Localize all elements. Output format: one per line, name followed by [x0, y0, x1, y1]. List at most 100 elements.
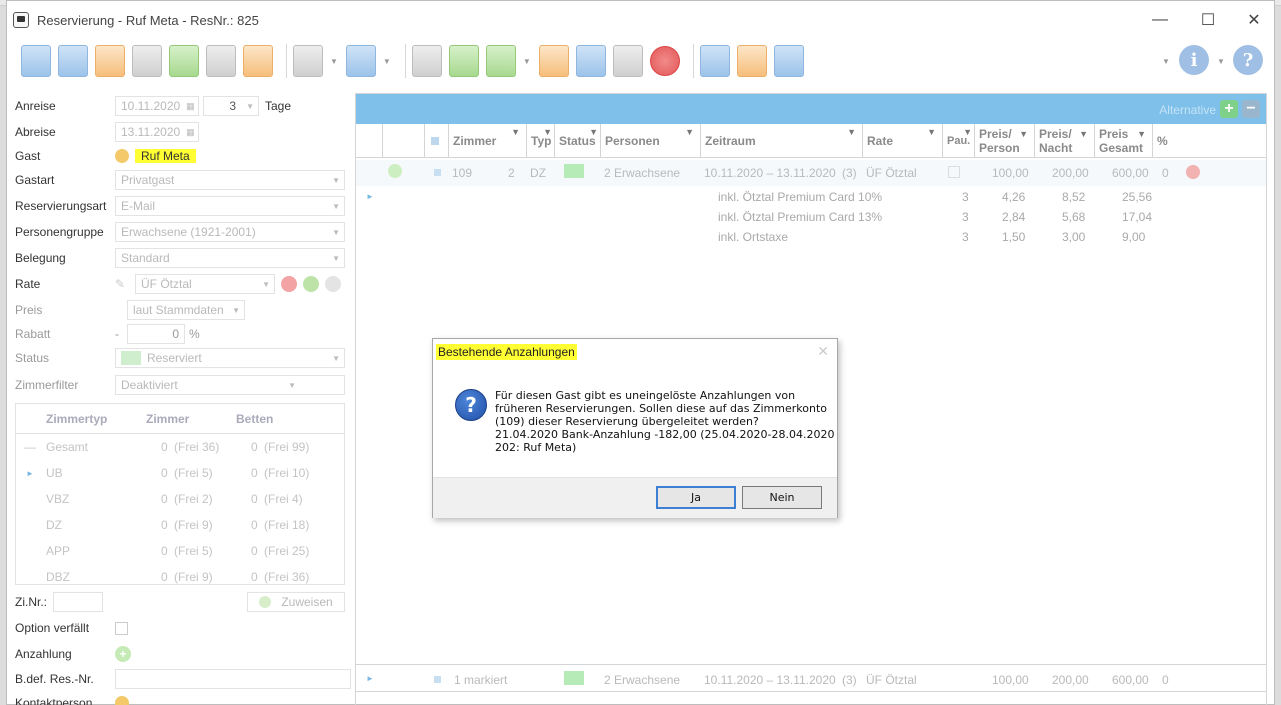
- gastart-select[interactable]: Privatgast ▼: [115, 170, 345, 190]
- gast-label: Gast: [15, 149, 41, 163]
- preis-select[interactable]: laut Stammdaten ▼: [127, 300, 245, 320]
- chevron-down-icon: ▼: [332, 176, 340, 185]
- add-anzahlung-icon[interactable]: +: [115, 646, 131, 662]
- col-preis-person[interactable]: Preis/Person ▼: [974, 124, 1034, 158]
- abreise-date-field[interactable]: 13.11.2020 ▦: [115, 122, 199, 142]
- basket-icon[interactable]: [612, 45, 643, 77]
- table-row[interactable]: DBZ 0 (Frei 9) 0 (Frei 36): [16, 564, 344, 584]
- add-document-icon[interactable]: [575, 45, 606, 77]
- existing-deposits-dialog: Bestehende Anzahlungen ✕ ? Für diesen Ga…: [432, 338, 838, 518]
- resart-select[interactable]: E-Mail ▼: [115, 196, 345, 216]
- room-assign-icon[interactable]: [448, 45, 479, 77]
- checklist-icon[interactable]: [206, 45, 236, 77]
- gear-icon[interactable]: [293, 45, 323, 77]
- delete-icon[interactable]: [649, 46, 680, 76]
- table-row[interactable]: DZ 0 (Frei 9) 0 (Frei 18): [16, 512, 344, 538]
- add-guest-icon[interactable]: [485, 45, 516, 77]
- close-icon[interactable]: ✕: [817, 343, 829, 360]
- zinr-input[interactable]: [53, 592, 103, 612]
- col-zimmer[interactable]: Zimmer ▼: [448, 124, 526, 158]
- option-label: Option verfällt: [15, 621, 90, 635]
- col-typ[interactable]: Typ ▼: [526, 124, 554, 158]
- columns-icon[interactable]: [345, 45, 376, 77]
- table-row[interactable]: APP 0 (Frei 5) 0 (Frei 25): [16, 538, 344, 564]
- rooms-icon[interactable]: [95, 45, 125, 77]
- status-select[interactable]: Reserviert ▼: [115, 348, 345, 368]
- table-row[interactable]: ► UB 0 (Frei 5) 0 (Frei 10): [16, 460, 344, 486]
- table-row[interactable]: VBZ 0 (Frei 2) 0 (Frei 4): [16, 486, 344, 512]
- bed-icon[interactable]: [411, 45, 442, 77]
- edit-icon[interactable]: [243, 45, 273, 77]
- minimize-button[interactable]: —: [1137, 5, 1183, 35]
- dialog-message: Für diesen Gast gibt es uneingelöste Anz…: [495, 389, 835, 454]
- status-color-swatch: [121, 351, 141, 365]
- preis-label: Preis: [15, 303, 43, 317]
- table-row[interactable]: 109 2 DZ 2 Erwachsene 10.11.2020 – 13.11…: [356, 160, 1266, 186]
- no-button[interactable]: Nein: [742, 486, 822, 509]
- contact-icon[interactable]: [115, 696, 129, 705]
- chevron-down-icon[interactable]: ▼: [330, 57, 338, 66]
- help-icon[interactable]: ?: [1233, 45, 1263, 75]
- checkout-icon[interactable]: [773, 45, 804, 77]
- col-status[interactable]: Status ▼: [554, 124, 600, 158]
- col-percent[interactable]: %: [1152, 124, 1172, 158]
- row-checkbox: [434, 676, 441, 683]
- col-zimmertyp: Zimmertyp: [46, 411, 108, 426]
- pencil-icon[interactable]: ✎: [115, 277, 135, 291]
- chevron-down-icon[interactable]: ▼: [523, 57, 531, 66]
- row-checkbox: [434, 169, 441, 176]
- belegung-select[interactable]: Standard ▼: [115, 248, 345, 268]
- calendar-icon: ▦: [186, 126, 195, 137]
- filter-icon: ▼: [1137, 129, 1146, 139]
- checkin-icon[interactable]: [736, 45, 767, 77]
- remove-alternative-button[interactable]: −: [1242, 100, 1260, 118]
- col-preis-nacht[interactable]: Preis/Nacht ▼: [1034, 124, 1094, 158]
- dialog-title: Bestehende Anzahlungen: [436, 344, 577, 360]
- bdef-input[interactable]: [115, 669, 351, 689]
- title-bar: Reservierung - Ruf Meta - ResNr.: 825 — …: [7, 5, 1274, 35]
- select-all-checkbox[interactable]: [431, 137, 439, 145]
- guest-name[interactable]: Ruf Meta: [135, 149, 196, 163]
- save-icon[interactable]: [21, 45, 51, 77]
- invoice-icon[interactable]: [699, 45, 730, 77]
- filter-icon: ▼: [963, 127, 972, 137]
- yes-button[interactable]: Ja: [656, 486, 736, 509]
- col-pau[interactable]: Pau. ▼: [942, 124, 974, 158]
- col-zeitraum[interactable]: Zeitraum ▼: [700, 124, 862, 158]
- chevron-down-icon: ▼: [332, 228, 340, 237]
- info-icon[interactable]: i: [1179, 45, 1209, 75]
- close-button[interactable]: ✕: [1231, 5, 1277, 35]
- zimmerfilter-label: Zimmerfilter: [15, 378, 79, 392]
- filter-icon: ▼: [589, 127, 598, 137]
- anreise-date-field[interactable]: 10.11.2020 ▦: [115, 96, 199, 116]
- chevron-down-icon[interactable]: ▼: [1162, 57, 1170, 66]
- table-row[interactable]: — Gesamt 0 (Frei 36) 0 (Frei 99): [16, 434, 344, 460]
- bdef-label: B.def. Res.-Nr.: [15, 672, 94, 686]
- add-rate-icon[interactable]: [303, 276, 319, 292]
- export-excel-icon[interactable]: [169, 45, 199, 77]
- zimmerfilter-select[interactable]: Deaktiviert ▼: [115, 375, 345, 395]
- remove-rate-icon[interactable]: [281, 276, 297, 292]
- chevron-down-icon[interactable]: ▼: [383, 57, 391, 66]
- col-personen[interactable]: Personen ▼: [600, 124, 700, 158]
- alternative-label: Alternative: [1159, 103, 1216, 117]
- col-rate[interactable]: Rate ▼: [862, 124, 942, 158]
- rabatt-input[interactable]: 0: [127, 324, 185, 344]
- chevron-down-icon[interactable]: ▼: [1217, 57, 1225, 66]
- add-alternative-button[interactable]: +: [1220, 100, 1238, 118]
- guest-icon[interactable]: [115, 149, 129, 163]
- zuweisen-button[interactable]: Zuweisen: [247, 592, 345, 612]
- option-checkbox[interactable]: [115, 621, 128, 635]
- document-icon[interactable]: [538, 45, 569, 77]
- rate-select[interactable]: ÜF Ötztal ▼: [135, 274, 275, 294]
- nights-stepper[interactable]: 3 ▼: [203, 96, 259, 116]
- row-warning-icon: [1186, 165, 1200, 179]
- rate-label: Rate: [15, 277, 41, 291]
- bed-plan-icon[interactable]: [132, 45, 162, 77]
- col-preis-gesamt[interactable]: Preis Gesamt ▼: [1094, 124, 1152, 158]
- maximize-button[interactable]: ☐: [1185, 5, 1231, 35]
- copy-icon[interactable]: [58, 45, 88, 77]
- personengruppe-select[interactable]: Erwachsene (1921-2001) ▼: [115, 222, 345, 242]
- eye-icon[interactable]: [325, 276, 341, 292]
- filter-icon: ▼: [1019, 129, 1028, 139]
